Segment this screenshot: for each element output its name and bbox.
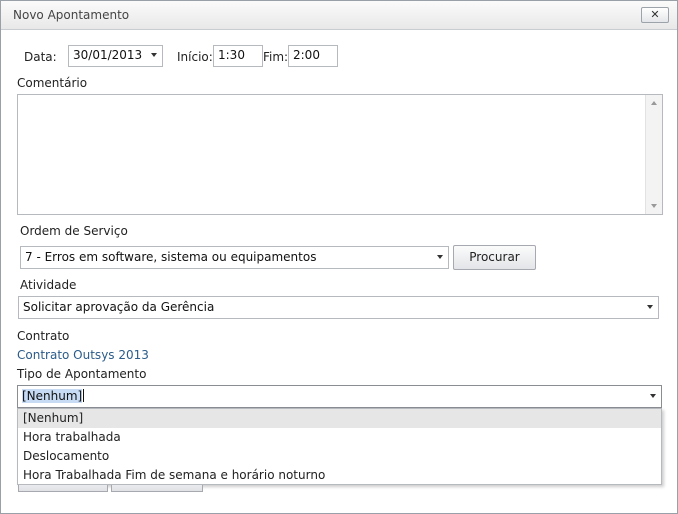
- dropdown-option[interactable]: Deslocamento: [18, 447, 661, 466]
- service-order-select[interactable]: 7 - Erros em software, sistema ou equipa…: [20, 246, 449, 269]
- new-appointment-dialog: Novo Apontamento ✕ Data: 30/01/2013 Iníc…: [0, 0, 678, 514]
- scroll-down-icon[interactable]: [651, 204, 657, 208]
- date-select[interactable]: 30/01/2013: [68, 45, 163, 67]
- appointment-type-label: Tipo de Apontamento: [17, 367, 147, 381]
- scroll-up-icon[interactable]: [651, 101, 657, 105]
- end-label: Fim:: [263, 50, 289, 64]
- dialog-titlebar: Novo Apontamento ✕: [1, 1, 677, 30]
- comment-scrollbar[interactable]: [645, 95, 662, 214]
- hidden-button-1[interactable]: [18, 485, 108, 492]
- service-order-value: 7 - Erros em software, sistema ou equipa…: [25, 250, 317, 264]
- comment-label: Comentário: [17, 76, 88, 90]
- text-caret: [83, 389, 85, 402]
- dropdown-option[interactable]: [Nenhum]: [18, 409, 661, 428]
- dialog-title: Novo Apontamento: [13, 8, 130, 22]
- close-button[interactable]: ✕: [641, 7, 669, 23]
- end-time-value: 2:00: [293, 48, 320, 62]
- appointment-type-value: [Nenhum]: [22, 389, 83, 403]
- chevron-down-icon: [647, 305, 653, 309]
- contract-label: Contrato: [17, 329, 70, 343]
- end-time-input[interactable]: 2:00: [288, 45, 338, 67]
- appointment-type-dropdown: [Nenhum] Hora trabalhada Deslocamento Ho…: [17, 408, 662, 485]
- service-order-label: Ordem de Serviço: [20, 224, 128, 238]
- chevron-down-icon: [437, 255, 443, 259]
- search-button-label: Procurar: [469, 250, 520, 264]
- start-label: Início:: [177, 50, 213, 64]
- date-value: 30/01/2013: [73, 48, 143, 62]
- dropdown-option[interactable]: Hora trabalhada: [18, 428, 661, 447]
- start-time-value: 1:30: [218, 48, 245, 62]
- activity-label: Atividade: [20, 278, 77, 292]
- appointment-type-select[interactable]: [Nenhum]: [17, 385, 662, 408]
- contract-link[interactable]: Contrato Outsys 2013: [17, 348, 149, 362]
- start-time-input[interactable]: 1:30: [213, 45, 263, 67]
- activity-select[interactable]: Solicitar aprovação da Gerência: [18, 296, 659, 319]
- activity-value: Solicitar aprovação da Gerência: [23, 300, 215, 314]
- chevron-down-icon: [151, 53, 157, 57]
- chevron-down-icon: [650, 394, 656, 398]
- date-label: Data:: [24, 50, 57, 64]
- close-icon: ✕: [650, 8, 660, 21]
- comment-textarea[interactable]: [17, 94, 663, 215]
- dropdown-option[interactable]: Hora Trabalhada Fim de semana e horário …: [18, 466, 661, 485]
- search-button[interactable]: Procurar: [453, 245, 536, 270]
- hidden-button-2[interactable]: [111, 485, 203, 492]
